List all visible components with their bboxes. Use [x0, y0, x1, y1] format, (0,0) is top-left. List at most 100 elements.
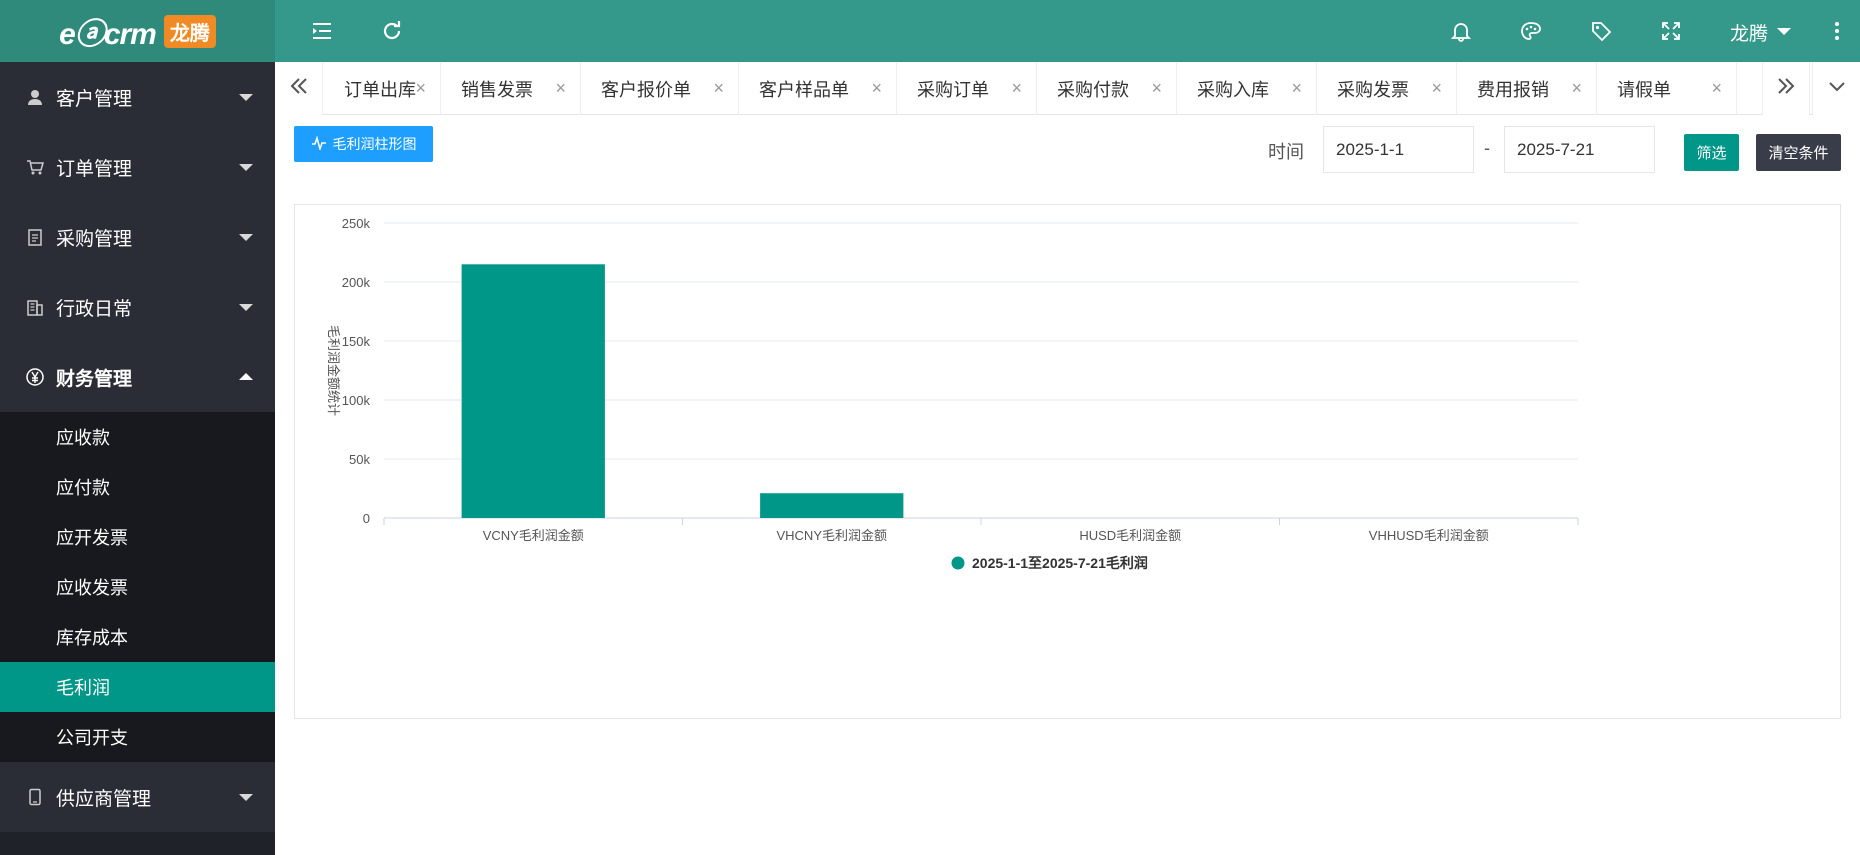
- tab-label: 采购订单: [917, 79, 989, 100]
- y-axis-title: 毛利润金额统计: [326, 325, 341, 416]
- pulse-icon: [311, 134, 327, 153]
- close-icon[interactable]: ×: [1291, 78, 1302, 99]
- legend-label: 2025-1-1至2025-7-21毛利润: [972, 555, 1148, 571]
- bell-icon[interactable]: [1449, 19, 1473, 43]
- close-icon[interactable]: ×: [1711, 78, 1722, 99]
- time-label: 时间: [1268, 142, 1304, 162]
- tab-purchase-payment[interactable]: 采购付款 ×: [1037, 62, 1177, 115]
- date-separator: -: [1484, 138, 1490, 158]
- brand-logo[interactable]: eⓐcrm 龙腾: [0, 0, 275, 62]
- user-menu[interactable]: 龙腾: [1730, 19, 1768, 46]
- clear-conditions-button[interactable]: 清空条件: [1756, 134, 1841, 171]
- sidebar-group-customers[interactable]: 客户管理: [0, 62, 275, 132]
- tab-label: 采购入库: [1197, 79, 1269, 100]
- palette-icon[interactable]: [1519, 19, 1543, 43]
- chevron-down-icon: [239, 234, 253, 241]
- end-date-input[interactable]: [1504, 126, 1655, 173]
- sidebar-item-company-expenses[interactable]: 公司开支: [0, 712, 275, 762]
- x-tick-label: VHCNY毛利润金额: [776, 528, 887, 543]
- tabs-scroll-left[interactable]: [275, 62, 323, 115]
- chevron-down-icon: [239, 94, 253, 101]
- tab-leave-request[interactable]: 请假单 ×: [1597, 62, 1737, 115]
- top-bar: 龙腾: [275, 0, 1860, 62]
- start-date-input[interactable]: [1323, 126, 1474, 173]
- tab-sales-invoice[interactable]: 销售发票 ×: [441, 62, 581, 115]
- chart-canvas: 0 50k 100k 150k 200k 250k VCNY毛利润金额 VHCNY毛利润金额 H…: [326, 216, 1579, 571]
- double-chevron-right-icon: [1776, 77, 1796, 100]
- sidebar-group-finance[interactable]: 财务管理: [0, 342, 275, 412]
- tab-label: 客户样品单: [759, 79, 849, 100]
- y-tick-label: 200k: [342, 275, 371, 290]
- tab-label: 销售发票: [461, 79, 533, 100]
- close-icon[interactable]: ×: [415, 78, 426, 99]
- legend-marker: [951, 556, 965, 570]
- sidebar-group-label: 财务管理: [56, 368, 133, 390]
- sidebar-group-label: 客户管理: [56, 88, 133, 110]
- sidebar-group-label: 行政日常: [56, 298, 133, 320]
- chevron-down-icon[interactable]: [1777, 28, 1791, 35]
- tab-label: 订单出库: [344, 79, 416, 100]
- sidebar-group-purchasing[interactable]: 采购管理: [0, 202, 275, 272]
- tab-customer-quote[interactable]: 客户报价单 ×: [581, 62, 739, 115]
- sidebar: eⓐcrm 龙腾 客户管理 订单管理 采购管理 行政日常 财务管理 应收款 应付…: [0, 0, 275, 855]
- user-icon: [24, 86, 46, 108]
- tab-order-outbound[interactable]: 订单出库 ×: [324, 62, 441, 115]
- tab-expense-claim[interactable]: 费用报销 ×: [1457, 62, 1597, 115]
- close-icon[interactable]: ×: [1151, 78, 1162, 99]
- sidebar-item-invoices-to-issue[interactable]: 应开发票: [0, 512, 275, 562]
- close-icon[interactable]: ×: [555, 78, 566, 99]
- tab-customer-sample[interactable]: 客户样品单 ×: [739, 62, 897, 115]
- sidebar-item-gross-profit[interactable]: 毛利润: [0, 662, 275, 712]
- building-icon: [24, 296, 46, 318]
- y-tick-label: 100k: [342, 393, 371, 408]
- tab-purchase-order[interactable]: 采购订单 ×: [897, 62, 1037, 115]
- fullscreen-icon[interactable]: [1659, 19, 1683, 43]
- menu-collapse-icon[interactable]: [310, 19, 334, 43]
- close-icon[interactable]: ×: [871, 78, 882, 99]
- bar: [760, 493, 904, 518]
- clipboard-icon: [24, 226, 46, 248]
- chart-button-label: 毛利润柱形图: [332, 136, 417, 152]
- tag-icon[interactable]: [1589, 19, 1613, 43]
- tab-purchase-inbound[interactable]: 采购入库 ×: [1177, 62, 1317, 115]
- y-tick-label: 50k: [349, 452, 370, 467]
- tab-bar: 订单出库 × 销售发票 × 客户报价单 × 客户样品单 × 采购订单 × 采购付款 × 采购…: [275, 62, 1860, 115]
- tab-label: 费用报销: [1477, 79, 1549, 100]
- sidebar-group-admin[interactable]: 行政日常: [0, 272, 275, 342]
- phone-icon: [24, 786, 46, 808]
- gross-profit-chart: 0 50k 100k 150k 200k 250k VCNY毛利润金额 VHCNY毛利润金额 H…: [294, 204, 1841, 719]
- gross-profit-chart-button[interactable]: 毛利润柱形图: [294, 126, 433, 162]
- sidebar-item-invoices-received[interactable]: 应收发票: [0, 562, 275, 612]
- filter-button[interactable]: 筛选: [1684, 134, 1739, 171]
- sidebar-group-suppliers[interactable]: 供应商管理: [0, 762, 275, 832]
- sidebar-item-payables[interactable]: 应付款: [0, 462, 275, 512]
- x-tick-label: VCNY毛利润金额: [483, 528, 584, 543]
- chevron-down-icon: [239, 164, 253, 171]
- y-tick-label: 0: [363, 511, 370, 526]
- finance-submenu: 应收款 应付款 应开发票 应收发票 库存成本 毛利润 公司开支: [0, 412, 275, 762]
- sidebar-group-label: 订单管理: [56, 158, 133, 180]
- x-tick-label: VHHUSD毛利润金额: [1369, 528, 1489, 543]
- close-icon[interactable]: ×: [1571, 78, 1582, 99]
- tab-label: 请假单: [1617, 79, 1671, 100]
- sidebar-group-orders[interactable]: 订单管理: [0, 132, 275, 202]
- refresh-icon[interactable]: [380, 19, 404, 43]
- close-icon[interactable]: ×: [1011, 78, 1022, 99]
- chevron-down-icon: [239, 304, 253, 311]
- sidebar-group-label: 供应商管理: [56, 788, 152, 810]
- sidebar-item-inventory-cost[interactable]: 库存成本: [0, 612, 275, 662]
- chevron-down-icon: [239, 794, 253, 801]
- chevron-up-icon: [239, 373, 253, 380]
- close-icon[interactable]: ×: [713, 78, 724, 99]
- sidebar-item-receivables[interactable]: 应收款: [0, 412, 275, 462]
- y-tick-label: 250k: [342, 216, 371, 231]
- y-tick-label: 150k: [342, 334, 371, 349]
- close-icon[interactable]: ×: [1431, 78, 1442, 99]
- tab-label: 采购付款: [1057, 79, 1129, 100]
- more-icon[interactable]: [1825, 19, 1849, 43]
- tabs-scroll-right[interactable]: [1762, 62, 1810, 115]
- tab-purchase-invoice[interactable]: 采购发票 ×: [1317, 62, 1457, 115]
- logo-badge: 龙腾: [163, 14, 216, 48]
- bar: [461, 264, 605, 518]
- tabs-dropdown[interactable]: [1812, 62, 1860, 115]
